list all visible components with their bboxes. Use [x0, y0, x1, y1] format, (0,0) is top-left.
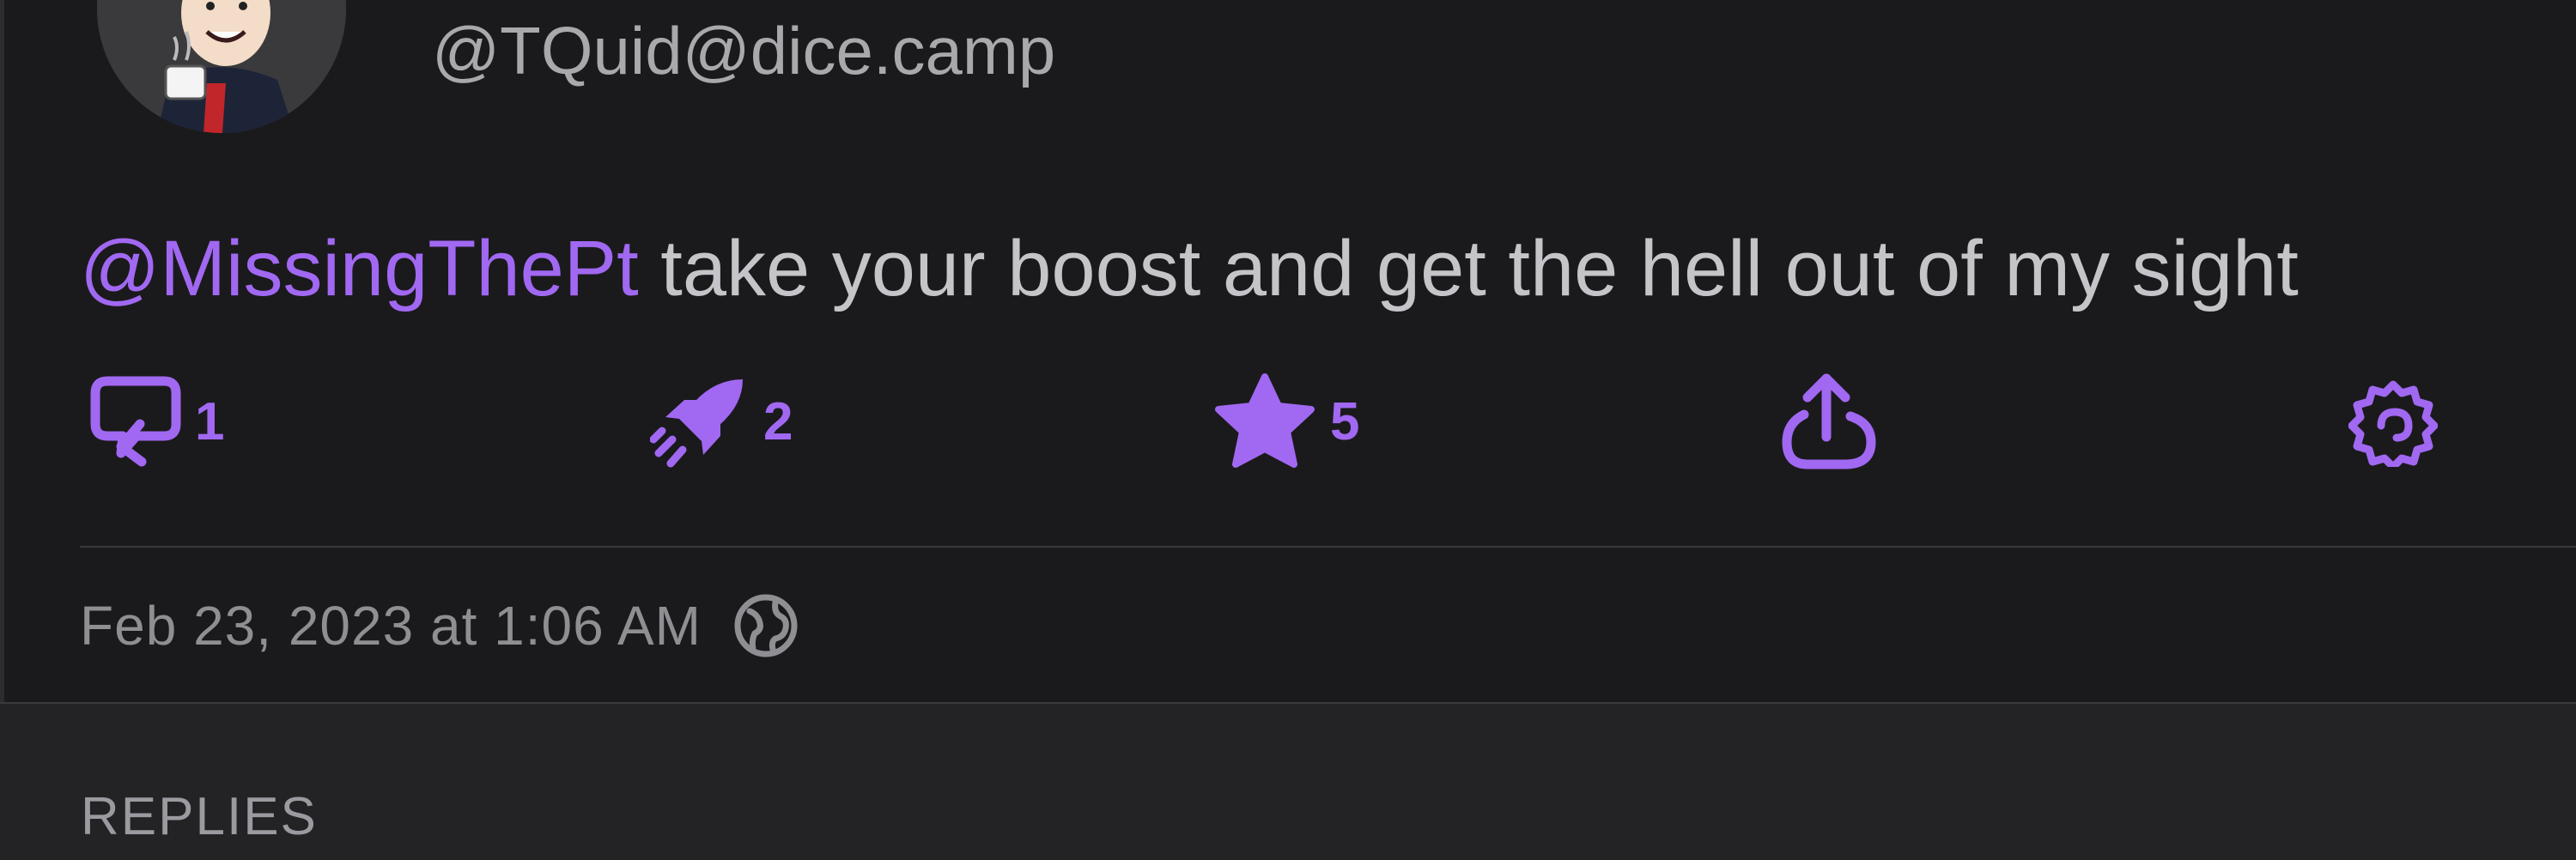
more-actions-button[interactable]: [2348, 367, 2438, 477]
author-handle[interactable]: @TQuid@dice.camp: [432, 12, 1055, 89]
post-detail: @TQuid@dice.camp @MissingThePt take your…: [4, 0, 2576, 702]
mention-link[interactable]: @MissingThePt: [80, 225, 639, 312]
more-actions-icon: [2348, 380, 2438, 467]
favorite-button[interactable]: 5: [1212, 367, 1359, 477]
favorite-count: 5: [1330, 392, 1360, 451]
boost-button[interactable]: 2: [650, 367, 793, 477]
avatar[interactable]: [97, 0, 346, 133]
globe-icon: [734, 594, 798, 657]
reply-bubble-icon: [90, 376, 181, 467]
post-divider: [80, 546, 2576, 548]
post-text: take your boost and get the hell out of …: [638, 225, 2299, 312]
reply-count: 1: [195, 392, 225, 451]
reply-button[interactable]: 1: [88, 367, 224, 477]
star-icon: [1215, 373, 1315, 468]
post-content: @MissingThePt take your boost and get th…: [80, 221, 2299, 316]
avatar-image: [97, 0, 346, 133]
rocket-icon: [650, 379, 743, 468]
boost-count: 2: [763, 392, 793, 451]
post-timestamp[interactable]: Feb 23, 2023 at 1:06 AM: [80, 594, 702, 657]
replies-heading: REPLIES: [81, 787, 318, 846]
post-meta: Feb 23, 2023 at 1:06 AM: [80, 592, 799, 659]
share-button[interactable]: [1778, 367, 1880, 477]
share-icon: [1782, 373, 1876, 469]
replies-section: REPLIES: [0, 702, 2576, 860]
